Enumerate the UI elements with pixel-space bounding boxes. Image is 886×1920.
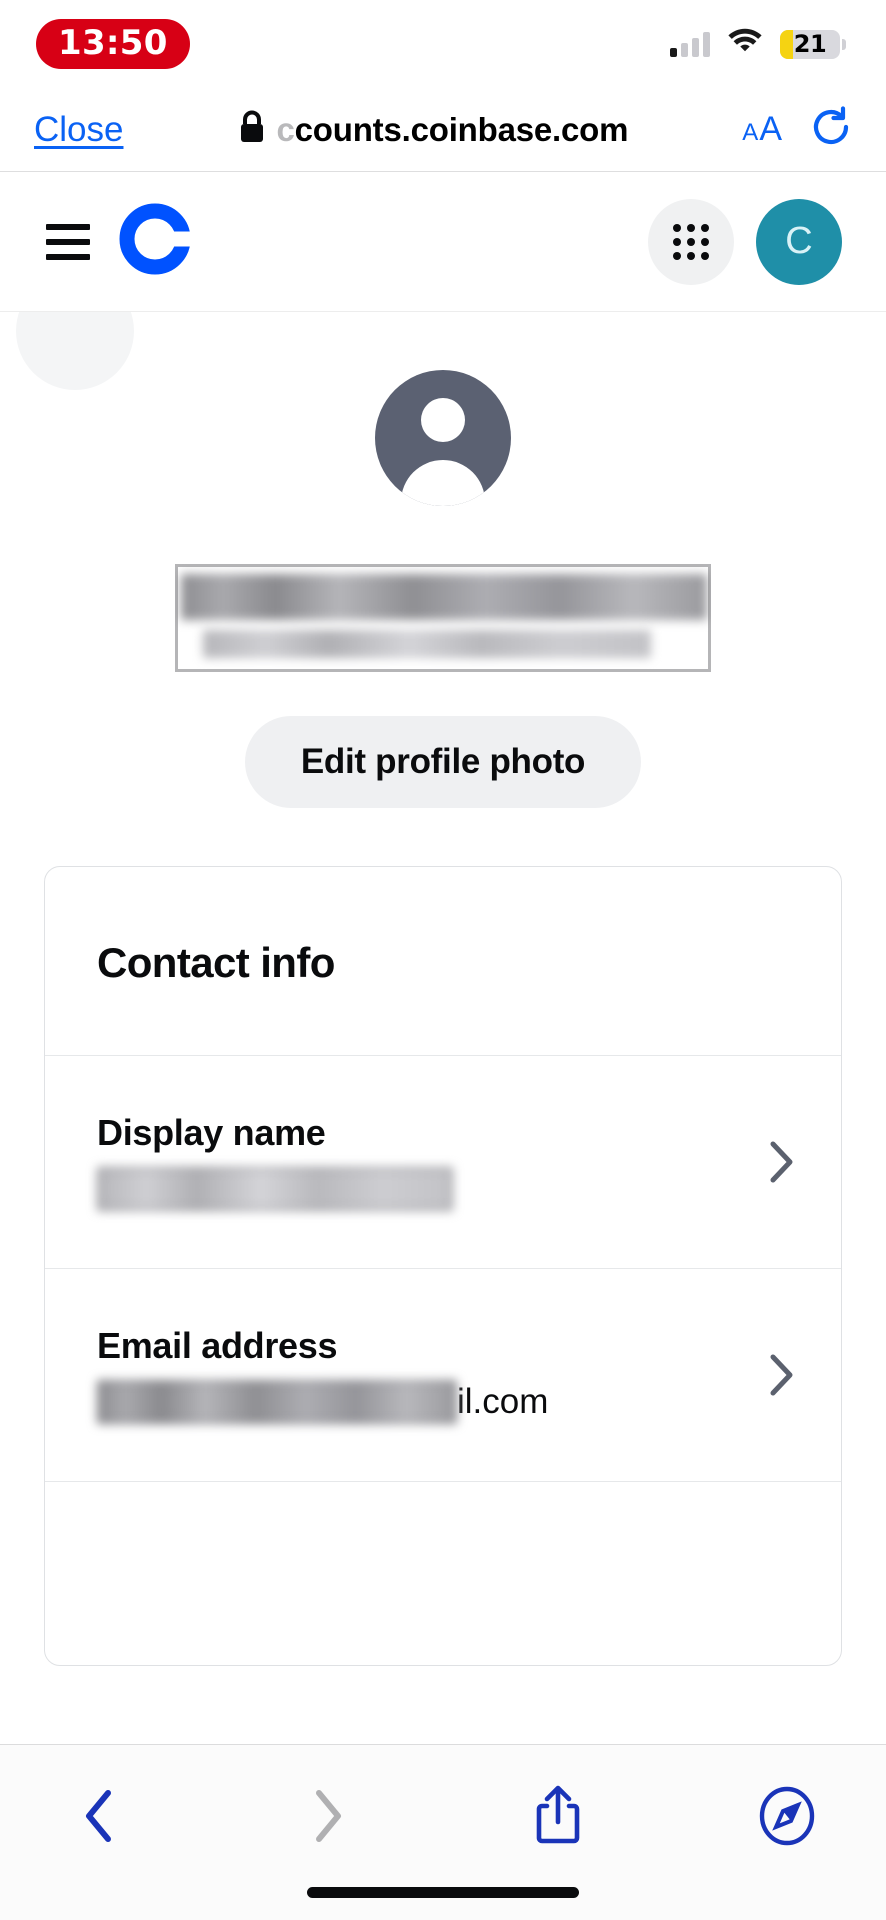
- redacted-value: [97, 1167, 453, 1211]
- display-name-label: Display name: [97, 1112, 326, 1153]
- cellular-signal-icon: [670, 31, 710, 57]
- text-size-button[interactable]: AA: [742, 110, 782, 149]
- email-address-suffix: il.com: [457, 1382, 549, 1421]
- close-button[interactable]: Close: [34, 110, 123, 150]
- email-address-label: Email address: [97, 1325, 338, 1366]
- status-indicators: 21: [670, 28, 846, 60]
- contact-row-email-address[interactable]: Email address il.com: [45, 1268, 841, 1481]
- header-right-group: C: [648, 198, 842, 285]
- account-avatar[interactable]: C: [756, 198, 842, 285]
- redacted-name-email-block: [175, 564, 711, 672]
- url-truncation: c: [276, 110, 295, 148]
- display-name-value: [97, 1166, 753, 1212]
- text-size-large-label: A: [759, 110, 782, 148]
- wifi-icon: [727, 28, 763, 60]
- chevron-right-icon: [769, 1353, 795, 1397]
- web-page-content: C Edit profile photo Contact info Displa…: [0, 172, 886, 1744]
- hamburger-menu-icon[interactable]: [40, 214, 96, 270]
- chevron-right-icon: [769, 1140, 795, 1184]
- email-address-value: il.com: [97, 1379, 753, 1425]
- lock-icon: [238, 110, 266, 149]
- url-text: ccounts.coinbase.com: [277, 111, 629, 149]
- safari-compass-icon[interactable]: [742, 1779, 832, 1853]
- text-size-small-label: A: [742, 119, 759, 146]
- url-display[interactable]: ccounts.coinbase.com: [123, 110, 742, 149]
- redacted-value: [97, 1380, 457, 1424]
- url-domain: counts.coinbase.com: [294, 110, 629, 148]
- header-left-group: [40, 200, 195, 283]
- person-avatar-icon: [375, 370, 511, 506]
- contact-info-card: Contact info Display name Email address …: [44, 866, 842, 1666]
- browser-url-bar: Close ccounts.coinbase.com AA: [0, 88, 886, 172]
- coinbase-logo-icon[interactable]: [116, 200, 195, 283]
- contact-row-partial[interactable]: [45, 1481, 841, 1665]
- row-content: Email address il.com: [97, 1325, 753, 1425]
- status-bar: 13:50 21: [0, 0, 886, 88]
- battery-fill: [780, 29, 793, 59]
- row-content: Display name: [97, 1112, 753, 1212]
- reload-icon[interactable]: [810, 106, 852, 153]
- grid-apps-icon[interactable]: [648, 198, 734, 285]
- home-indicator: [307, 1887, 579, 1898]
- forward-button[interactable]: [283, 1779, 373, 1853]
- battery-icon: 21: [780, 29, 846, 59]
- contact-info-title: Contact info: [97, 939, 335, 986]
- edit-profile-photo-button[interactable]: Edit profile photo: [244, 716, 642, 808]
- battery-level: 21: [793, 30, 827, 58]
- phone-screen: 13:50 21 Close ccounts.coinbase.com A A …: [0, 0, 886, 1920]
- share-button[interactable]: [513, 1779, 603, 1853]
- row-content: [97, 1568, 795, 1580]
- back-button[interactable]: [54, 1779, 144, 1853]
- contact-row-display-name[interactable]: Display name: [45, 1055, 841, 1268]
- coinbase-site-header: C: [0, 172, 886, 312]
- profile-scroll-area[interactable]: Edit profile photo Contact info Display …: [0, 312, 886, 1744]
- status-time: 13:50: [36, 19, 190, 69]
- battery-cap: [842, 38, 846, 50]
